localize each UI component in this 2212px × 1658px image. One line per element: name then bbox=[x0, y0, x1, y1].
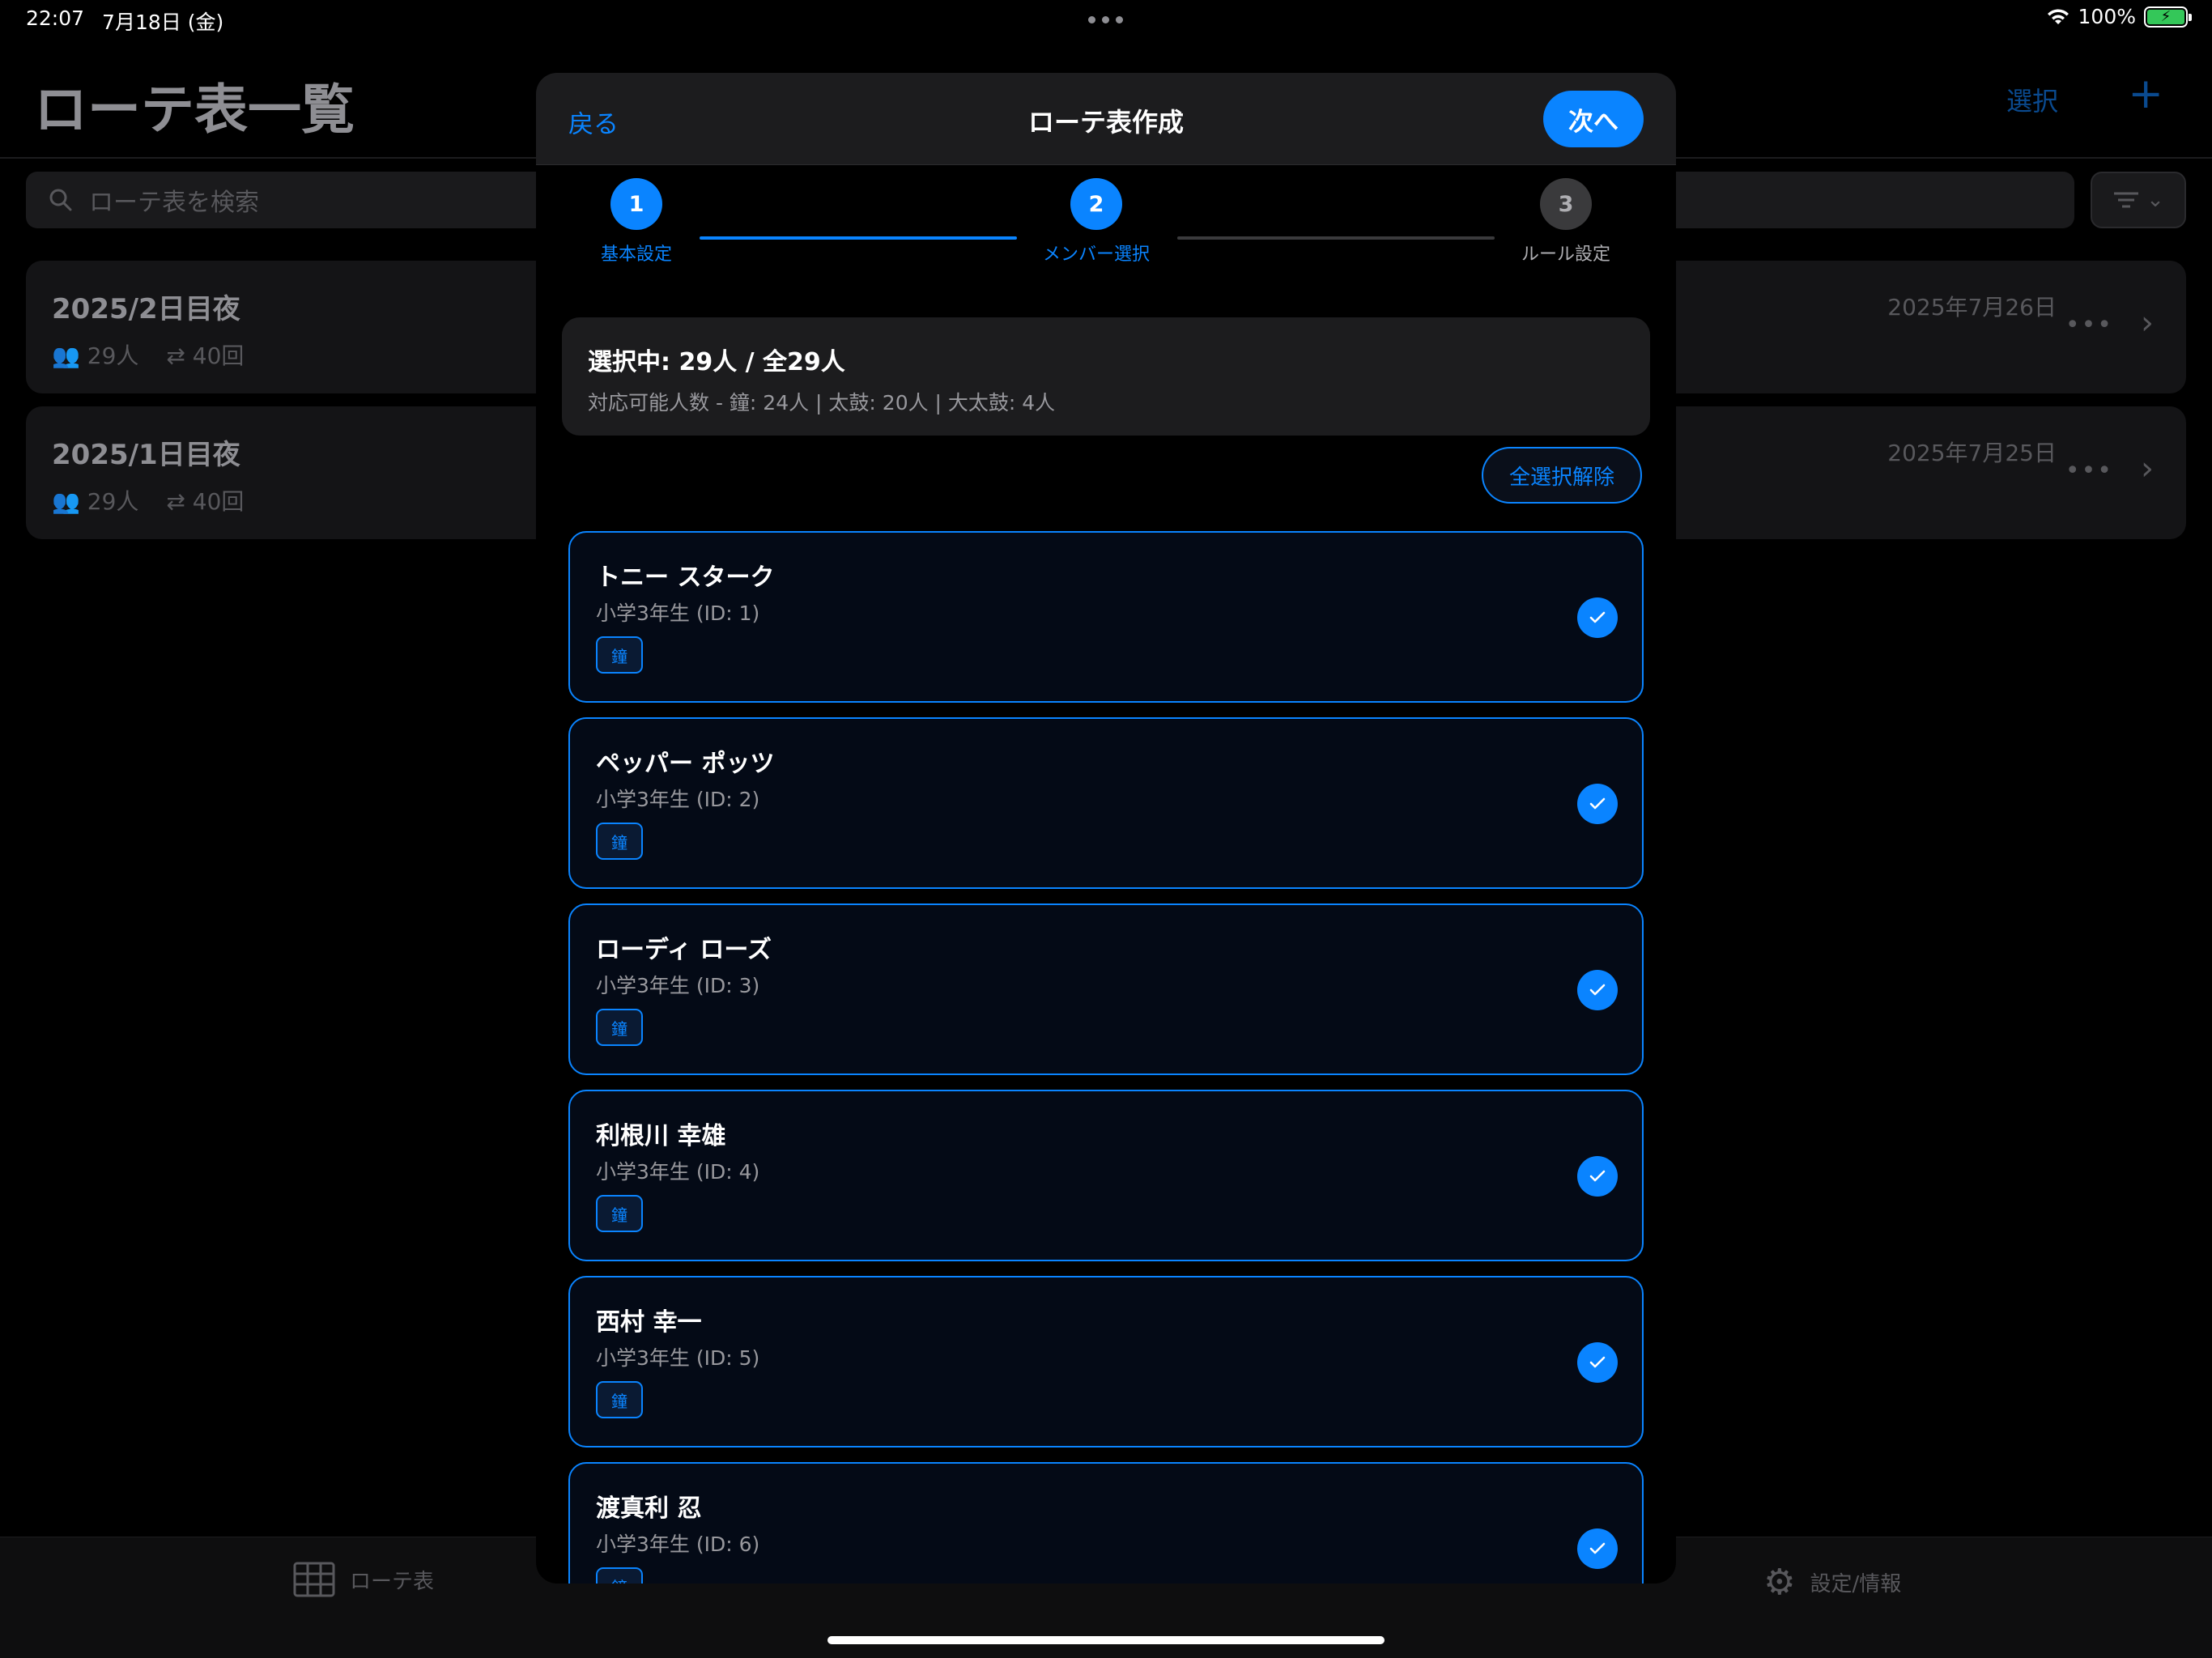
member-list: トニー スターク 小学3年生 (ID: 1) 鐘 ペッパー ポッツ 小学3年生 … bbox=[568, 531, 1644, 1584]
member-grade: 小学3年生 (ID: 3) bbox=[596, 974, 760, 997]
checkmark-icon[interactable] bbox=[1577, 597, 1618, 638]
member-grade: 小学3年生 (ID: 2) bbox=[596, 788, 760, 811]
rote-card-meta: 👥 29人 ⇄ 40回 bbox=[52, 338, 244, 371]
member-card[interactable]: ローディ ローズ 小学3年生 (ID: 3) 鐘 bbox=[568, 903, 1644, 1075]
search-icon bbox=[49, 189, 72, 211]
member-count: 29人 bbox=[87, 488, 139, 515]
selection-summary: 選択中: 29人 / 全29人 対応可能人数 - 鐘: 24人 | 太鼓: 20… bbox=[562, 317, 1650, 436]
tab-settings[interactable]: ⚙ 設定/情報 bbox=[1763, 1562, 1901, 1603]
gear-icon: ⚙ bbox=[1763, 1562, 1796, 1603]
rote-card-title: 2025/1日目夜 bbox=[52, 439, 240, 471]
member-name: ローディ ローズ bbox=[596, 936, 772, 964]
rote-card-date: 2025年7月25日 bbox=[1887, 440, 2057, 466]
role-tag: 鐘 bbox=[596, 1381, 643, 1418]
rote-card-meta: 👥 29人 ⇄ 40回 bbox=[52, 484, 244, 517]
member-grade: 小学3年生 (ID: 5) bbox=[596, 1346, 760, 1370]
role-tag: 鐘 bbox=[596, 636, 643, 674]
member-name: 利根川 幸雄 bbox=[596, 1122, 726, 1150]
repeat-icon: ⇄ bbox=[166, 342, 185, 369]
member-grade: 小学3年生 (ID: 6) bbox=[596, 1533, 760, 1556]
member-card[interactable]: 西村 幸一 小学3年生 (ID: 5) 鐘 bbox=[568, 1276, 1644, 1448]
home-indicator[interactable] bbox=[827, 1636, 1385, 1644]
people-icon: 👥 bbox=[52, 488, 80, 515]
more-icon[interactable]: ••• bbox=[2065, 311, 2113, 339]
rote-card-date: 2025年7月26日 bbox=[1887, 294, 2057, 321]
member-card[interactable]: トニー スターク 小学3年生 (ID: 1) 鐘 bbox=[568, 531, 1644, 703]
step-3-circle: 3 bbox=[1540, 178, 1592, 230]
repeat-icon: ⇄ bbox=[166, 488, 185, 515]
page-title: ローテ表一覧 bbox=[34, 79, 355, 141]
member-name: 西村 幸一 bbox=[596, 1308, 702, 1337]
chevron-right-icon: › bbox=[2141, 450, 2154, 487]
checkmark-icon[interactable] bbox=[1577, 1342, 1618, 1383]
checkmark-icon[interactable] bbox=[1577, 784, 1618, 824]
more-icon[interactable]: ••• bbox=[2065, 457, 2113, 485]
checkmark-icon[interactable] bbox=[1577, 1156, 1618, 1197]
step-2-circle: 2 bbox=[1070, 178, 1122, 230]
tab-label: 設定/情報 bbox=[1810, 1572, 1902, 1596]
role-tag: 鐘 bbox=[596, 1567, 643, 1584]
member-count: 29人 bbox=[87, 342, 139, 369]
member-card[interactable]: ペッパー ポッツ 小学3年生 (ID: 2) 鐘 bbox=[568, 717, 1644, 889]
member-card[interactable]: 渡真利 忍 小学3年生 (ID: 6) 鐘 bbox=[568, 1462, 1644, 1584]
step-connector-1 bbox=[700, 236, 1017, 240]
step-3-label: ルール設定 bbox=[1521, 244, 1610, 265]
chevron-down-icon: ⌄ bbox=[2146, 188, 2164, 212]
step-indicator: 1 基本設定 2 メンバー選択 3 ルール設定 bbox=[536, 73, 1676, 265]
filter-icon bbox=[2114, 192, 2139, 208]
chevron-right-icon: › bbox=[2141, 304, 2154, 342]
member-card[interactable]: 利根川 幸雄 小学3年生 (ID: 4) 鐘 bbox=[568, 1090, 1644, 1261]
selection-count: 選択中: 29人 / 全29人 bbox=[588, 348, 845, 376]
tab-rote[interactable]: ローテ表 bbox=[293, 1562, 434, 1597]
round-count: 40回 bbox=[192, 342, 245, 369]
role-tag: 鐘 bbox=[596, 1009, 643, 1046]
step-2-label: メンバー選択 bbox=[1042, 244, 1150, 265]
tab-label: ローテ表 bbox=[350, 1569, 435, 1594]
filter-button[interactable]: ⌄ bbox=[2091, 172, 2186, 228]
availability-detail: 対応可能人数 - 鐘: 24人 | 太鼓: 20人 | 大太鼓: 4人 bbox=[588, 391, 1056, 414]
search-placeholder: ローテ表を検索 bbox=[89, 189, 259, 217]
checkmark-icon[interactable] bbox=[1577, 1528, 1618, 1569]
plus-icon[interactable]: + bbox=[2128, 70, 2163, 118]
step-connector-2 bbox=[1177, 236, 1495, 240]
round-count: 40回 bbox=[192, 488, 245, 515]
step-1-label: 基本設定 bbox=[600, 244, 672, 265]
member-grade: 小学3年生 (ID: 1) bbox=[596, 602, 760, 625]
member-name: 渡真利 忍 bbox=[596, 1494, 702, 1523]
deselect-all-button[interactable]: 全選択解除 bbox=[1482, 447, 1642, 504]
rote-card-title: 2025/2日目夜 bbox=[52, 293, 240, 325]
member-name: ペッパー ポッツ bbox=[596, 750, 775, 778]
select-button[interactable]: 選択 bbox=[2006, 81, 2058, 118]
step-1-circle: 1 bbox=[610, 178, 662, 230]
checkmark-icon[interactable] bbox=[1577, 970, 1618, 1010]
table-icon bbox=[293, 1562, 335, 1597]
member-grade: 小学3年生 (ID: 4) bbox=[596, 1160, 760, 1184]
role-tag: 鐘 bbox=[596, 1195, 643, 1232]
member-name: トニー スターク bbox=[596, 563, 775, 592]
role-tag: 鐘 bbox=[596, 823, 643, 860]
people-icon: 👥 bbox=[52, 342, 80, 369]
create-rote-modal: 戻る ローテ表作成 次へ 1 基本設定 2 メンバー選択 3 ルール設定 選択中… bbox=[536, 73, 1676, 1584]
